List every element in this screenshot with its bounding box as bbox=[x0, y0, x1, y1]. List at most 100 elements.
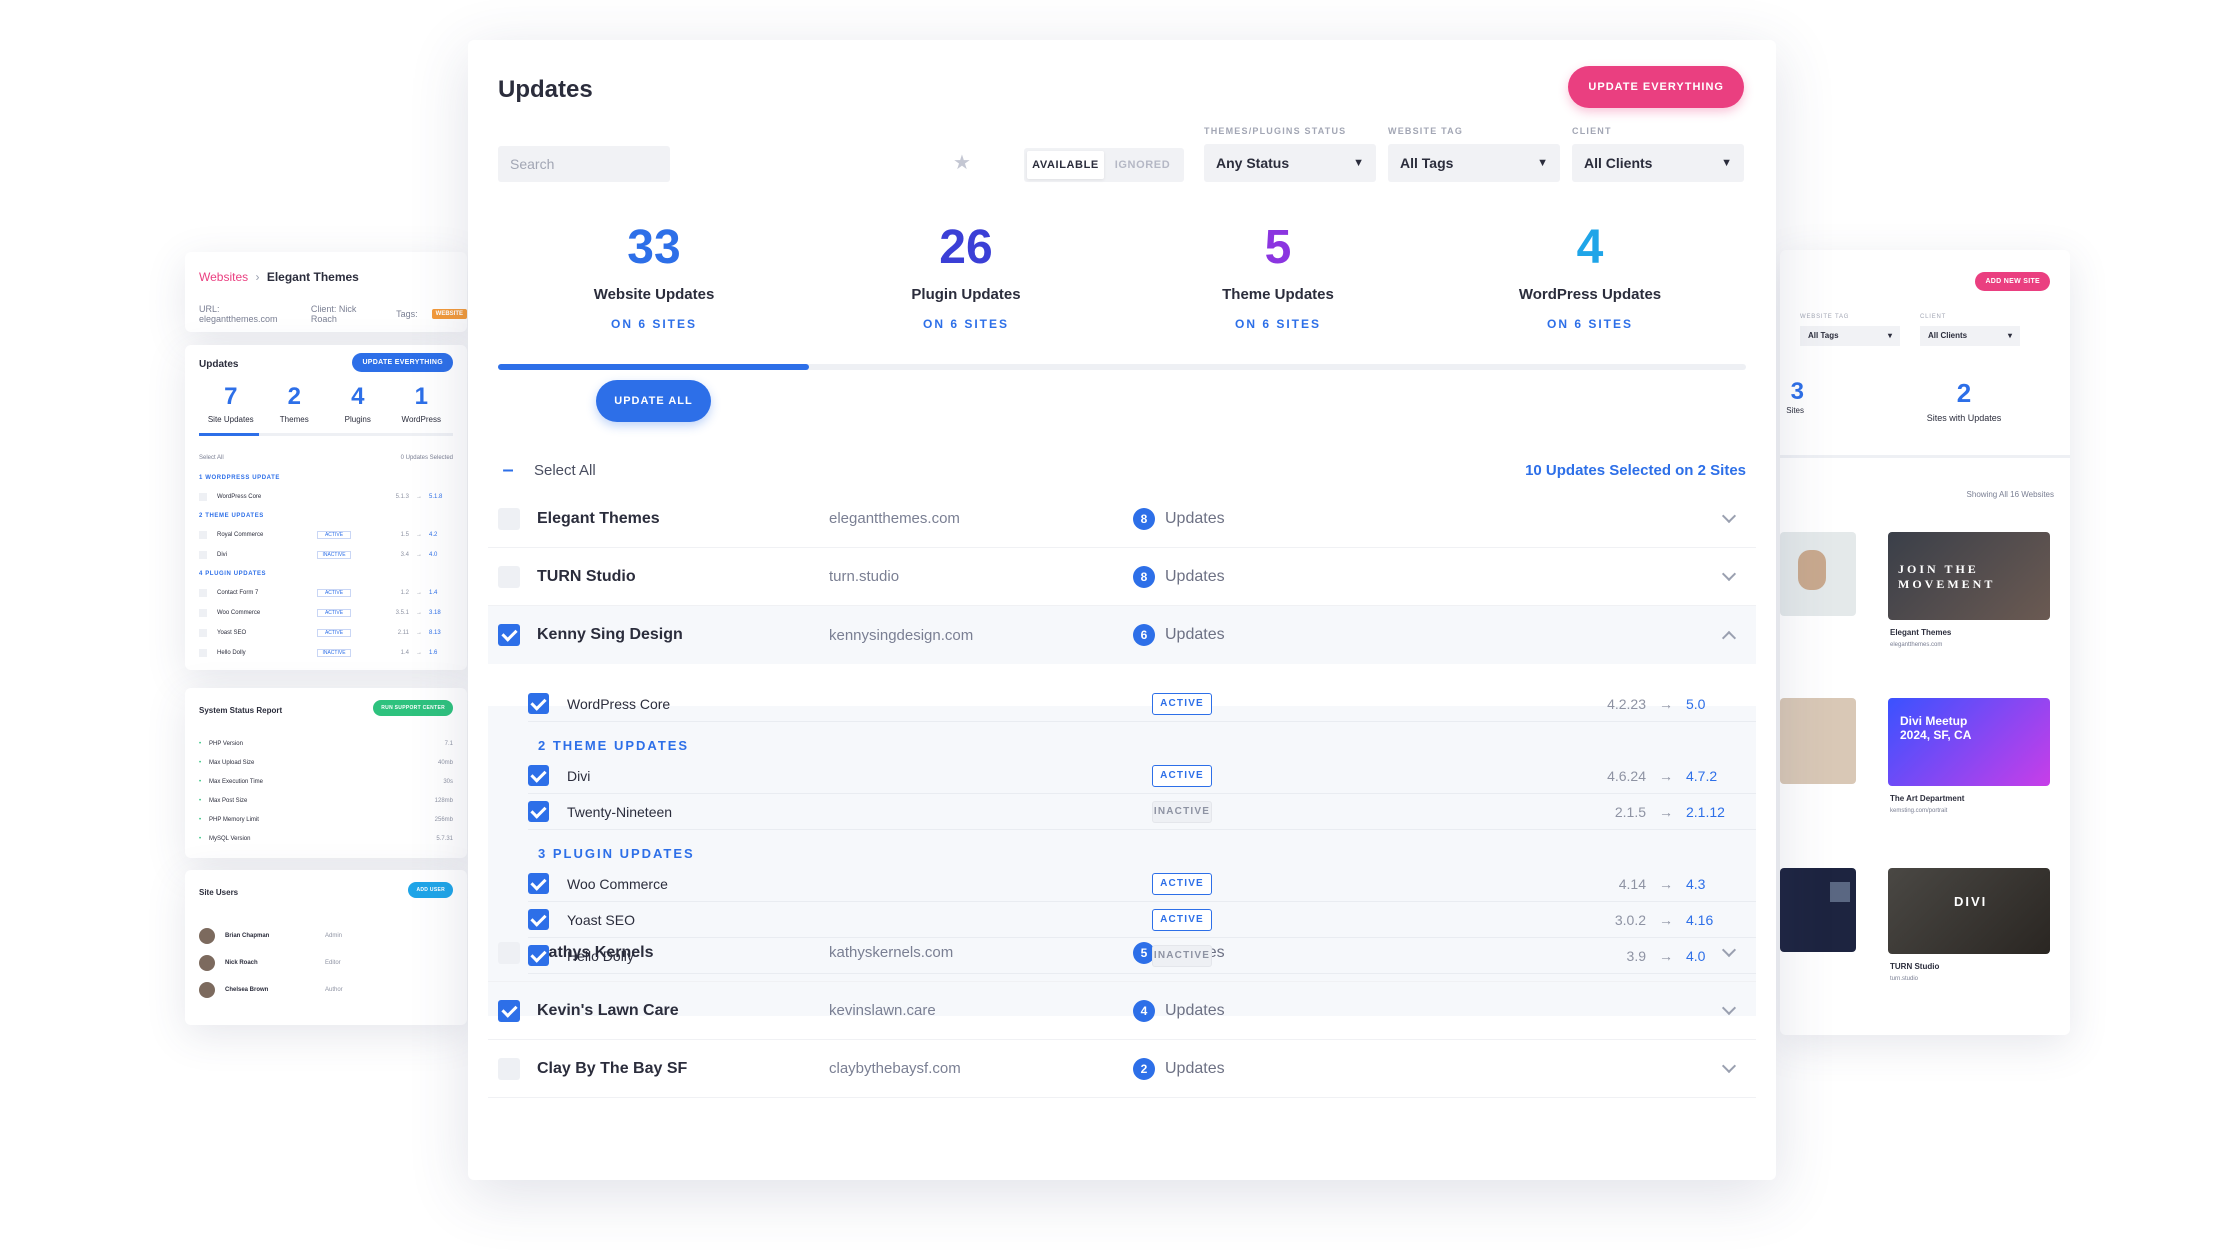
item-checkbox[interactable] bbox=[528, 945, 549, 966]
updates-panel: Updates UPDATE EVERYTHING ★ AVAILABLE IG… bbox=[468, 40, 1776, 1180]
mini-stat-num: 1 bbox=[414, 383, 428, 410]
caret-down-icon: ▼ bbox=[1353, 157, 1364, 169]
mini-checkbox[interactable] bbox=[199, 531, 207, 539]
site-meta: URL: elegantthemes.com Client: Nick Roac… bbox=[199, 304, 467, 324]
mini-progress-track bbox=[199, 433, 453, 436]
select-all-checkbox[interactable]: – bbox=[498, 459, 518, 481]
arrow-right-icon: → bbox=[416, 532, 422, 538]
star-icon[interactable]: ★ bbox=[953, 150, 971, 175]
chevron-down-icon[interactable] bbox=[1721, 1058, 1737, 1074]
mini-checkbox[interactable] bbox=[199, 551, 207, 559]
mini-from: 5.1.3 bbox=[395, 494, 409, 500]
filter-client-select[interactable]: All Clients ▾ bbox=[1920, 326, 2020, 346]
site-checkbox[interactable] bbox=[498, 565, 520, 588]
breadcrumb-websites[interactable]: Websites bbox=[199, 270, 248, 284]
site-row[interactable]: Clay By The Bay SF claybythebaysf.com 2 Upd… bbox=[488, 1040, 1756, 1098]
chevron-down-icon[interactable] bbox=[1721, 566, 1737, 582]
client-filter-select[interactable]: All Clients ▼ bbox=[1572, 144, 1744, 182]
tab-available[interactable]: AVAILABLE bbox=[1027, 151, 1104, 179]
mini-item-name: WordPress Core bbox=[217, 494, 262, 500]
site-checkbox[interactable] bbox=[498, 941, 520, 964]
site-checkbox[interactable] bbox=[498, 1057, 520, 1080]
mini-group-heading: 4 PLUGIN UPDATES bbox=[199, 571, 267, 577]
site-domain[interactable]: kennysingdesign.com bbox=[829, 627, 1133, 644]
stat-3[interactable]: 5 Theme Updates ON 6 SITES bbox=[1122, 220, 1434, 331]
add-new-site-button[interactable]: ADD NEW SITE bbox=[1975, 272, 2050, 291]
mini-checkbox[interactable] bbox=[199, 609, 207, 617]
user-row[interactable]: Brian Chapman Admin bbox=[199, 922, 453, 949]
stat-number: 26 bbox=[939, 221, 993, 274]
item-checkbox[interactable] bbox=[528, 873, 549, 894]
mini-checkbox[interactable] bbox=[199, 649, 207, 657]
system-row: • Max Upload Size 40mb bbox=[199, 753, 453, 772]
site-users-card: Site Users ADD USER Brian Chapman Admin Ni… bbox=[185, 870, 467, 1025]
filter-tag-select[interactable]: All Tags ▾ bbox=[1800, 326, 1900, 346]
mini-checkbox[interactable] bbox=[199, 493, 207, 501]
site-checkbox[interactable] bbox=[498, 999, 520, 1022]
stat-number: 5 bbox=[1264, 221, 1292, 274]
caret-down-icon: ▼ bbox=[1721, 157, 1732, 169]
version-to: 4.0 bbox=[1686, 947, 1706, 964]
mini-update-everything-button[interactable]: UPDATE EVERYTHING bbox=[352, 353, 453, 372]
chevron-up-icon[interactable] bbox=[1721, 630, 1737, 645]
mini-stat[interactable]: 4 Plugins bbox=[326, 383, 390, 424]
filter-client-label: CLIENT bbox=[1920, 314, 1947, 320]
chevron-down-icon[interactable] bbox=[1721, 508, 1737, 524]
site-thumbnail-art-department[interactable]: Divi Meetup 2024, SF, CA bbox=[1888, 698, 2050, 786]
mini-update-row: Royal Commerce ACTIVE 1.5 → 4.2 bbox=[199, 527, 453, 543]
chevron-down-icon[interactable] bbox=[1721, 1000, 1737, 1016]
thumbnail-art-text: JOIN THE MOVEMENT bbox=[1898, 562, 1996, 591]
mini-stat[interactable]: 7 Site Updates bbox=[199, 383, 263, 424]
site-domain[interactable]: kevinslawn.care bbox=[829, 1002, 1133, 1019]
mini-from: 1.4 bbox=[400, 650, 409, 656]
stat-4[interactable]: 4 WordPress Updates ON 6 SITES bbox=[1434, 220, 1746, 331]
item-checkbox[interactable] bbox=[528, 693, 549, 714]
site-thumbnail[interactable] bbox=[1780, 698, 1856, 784]
arrow-right-icon: → bbox=[1659, 803, 1673, 820]
status-filter-select[interactable]: Any Status ▼ bbox=[1204, 144, 1376, 182]
tab-ignored[interactable]: IGNORED bbox=[1104, 151, 1181, 179]
mini-checkbox[interactable] bbox=[199, 629, 207, 637]
system-label: PHP Version bbox=[209, 740, 243, 747]
update-all-button[interactable]: UPDATE ALL bbox=[596, 380, 711, 422]
site-row[interactable]: Kevin's Lawn Care kevinslawn.care 4 Updates bbox=[488, 982, 1756, 1040]
add-user-button[interactable]: ADD USER bbox=[408, 882, 453, 898]
site-domain[interactable]: claybythebaysf.com bbox=[829, 1060, 1133, 1077]
stat-2[interactable]: 26 Plugin Updates ON 6 SITES bbox=[810, 220, 1122, 331]
user-row[interactable]: Nick Roach Editor bbox=[199, 949, 453, 976]
site-domain[interactable]: elegantthemes.com bbox=[829, 510, 1133, 527]
tag-filter-label: WEBSITE TAG bbox=[1388, 126, 1464, 136]
site-thumbnail-elegant-themes[interactable]: JOIN THE MOVEMENT bbox=[1888, 532, 2050, 620]
site-thumbnail[interactable] bbox=[1780, 868, 1856, 952]
stat-1[interactable]: 33 Website Updates ON 6 SITES bbox=[498, 220, 810, 331]
user-row[interactable]: Chelsea Brown Author bbox=[199, 976, 453, 1003]
site-row[interactable]: TURN Studio turn.studio 8 Updates bbox=[488, 548, 1756, 606]
item-name: Yoast SEO bbox=[567, 911, 635, 928]
stat-label: Plugin Updates bbox=[911, 286, 1021, 303]
item-checkbox[interactable] bbox=[528, 765, 549, 786]
bullet-icon: • bbox=[199, 759, 202, 766]
site-checkbox[interactable] bbox=[498, 624, 520, 646]
tag-filter-select[interactable]: All Tags ▼ bbox=[1388, 144, 1560, 182]
mini-checkbox[interactable] bbox=[199, 589, 207, 597]
support-center-button[interactable]: RUN SUPPORT CENTER bbox=[373, 700, 453, 716]
update-item-row: WordPress Core ACTIVE 4.2.23 → 5.0 bbox=[528, 686, 1756, 722]
search-input[interactable] bbox=[498, 146, 670, 182]
caret-down-icon: ▾ bbox=[2007, 331, 2012, 340]
site-row[interactable]: Elegant Themes elegantthemes.com 8 Updates bbox=[488, 490, 1756, 548]
avatar bbox=[1830, 882, 1850, 902]
item-checkbox[interactable] bbox=[528, 909, 549, 930]
mini-stat[interactable]: 1 WordPress bbox=[390, 383, 454, 424]
site-thumbnail[interactable] bbox=[1780, 532, 1856, 616]
mini-status: INACTIVE bbox=[317, 649, 351, 657]
meta-tags: Tags: bbox=[396, 309, 418, 319]
site-row[interactable]: Kenny Sing Design kennysingdesign.com 6 Upd… bbox=[488, 606, 1756, 664]
site-domain[interactable]: turn.studio bbox=[829, 568, 1133, 585]
mini-stat[interactable]: 2 Themes bbox=[263, 383, 327, 424]
mini-select-all[interactable]: Select All bbox=[199, 455, 224, 461]
site-thumbnail-turn-studio[interactable]: DIVI bbox=[1888, 868, 2050, 954]
site-checkbox[interactable] bbox=[498, 507, 520, 530]
update-everything-button[interactable]: UPDATE EVERYTHING bbox=[1568, 66, 1744, 108]
item-checkbox[interactable] bbox=[528, 801, 549, 822]
mini-stat-label: Themes bbox=[279, 415, 309, 424]
